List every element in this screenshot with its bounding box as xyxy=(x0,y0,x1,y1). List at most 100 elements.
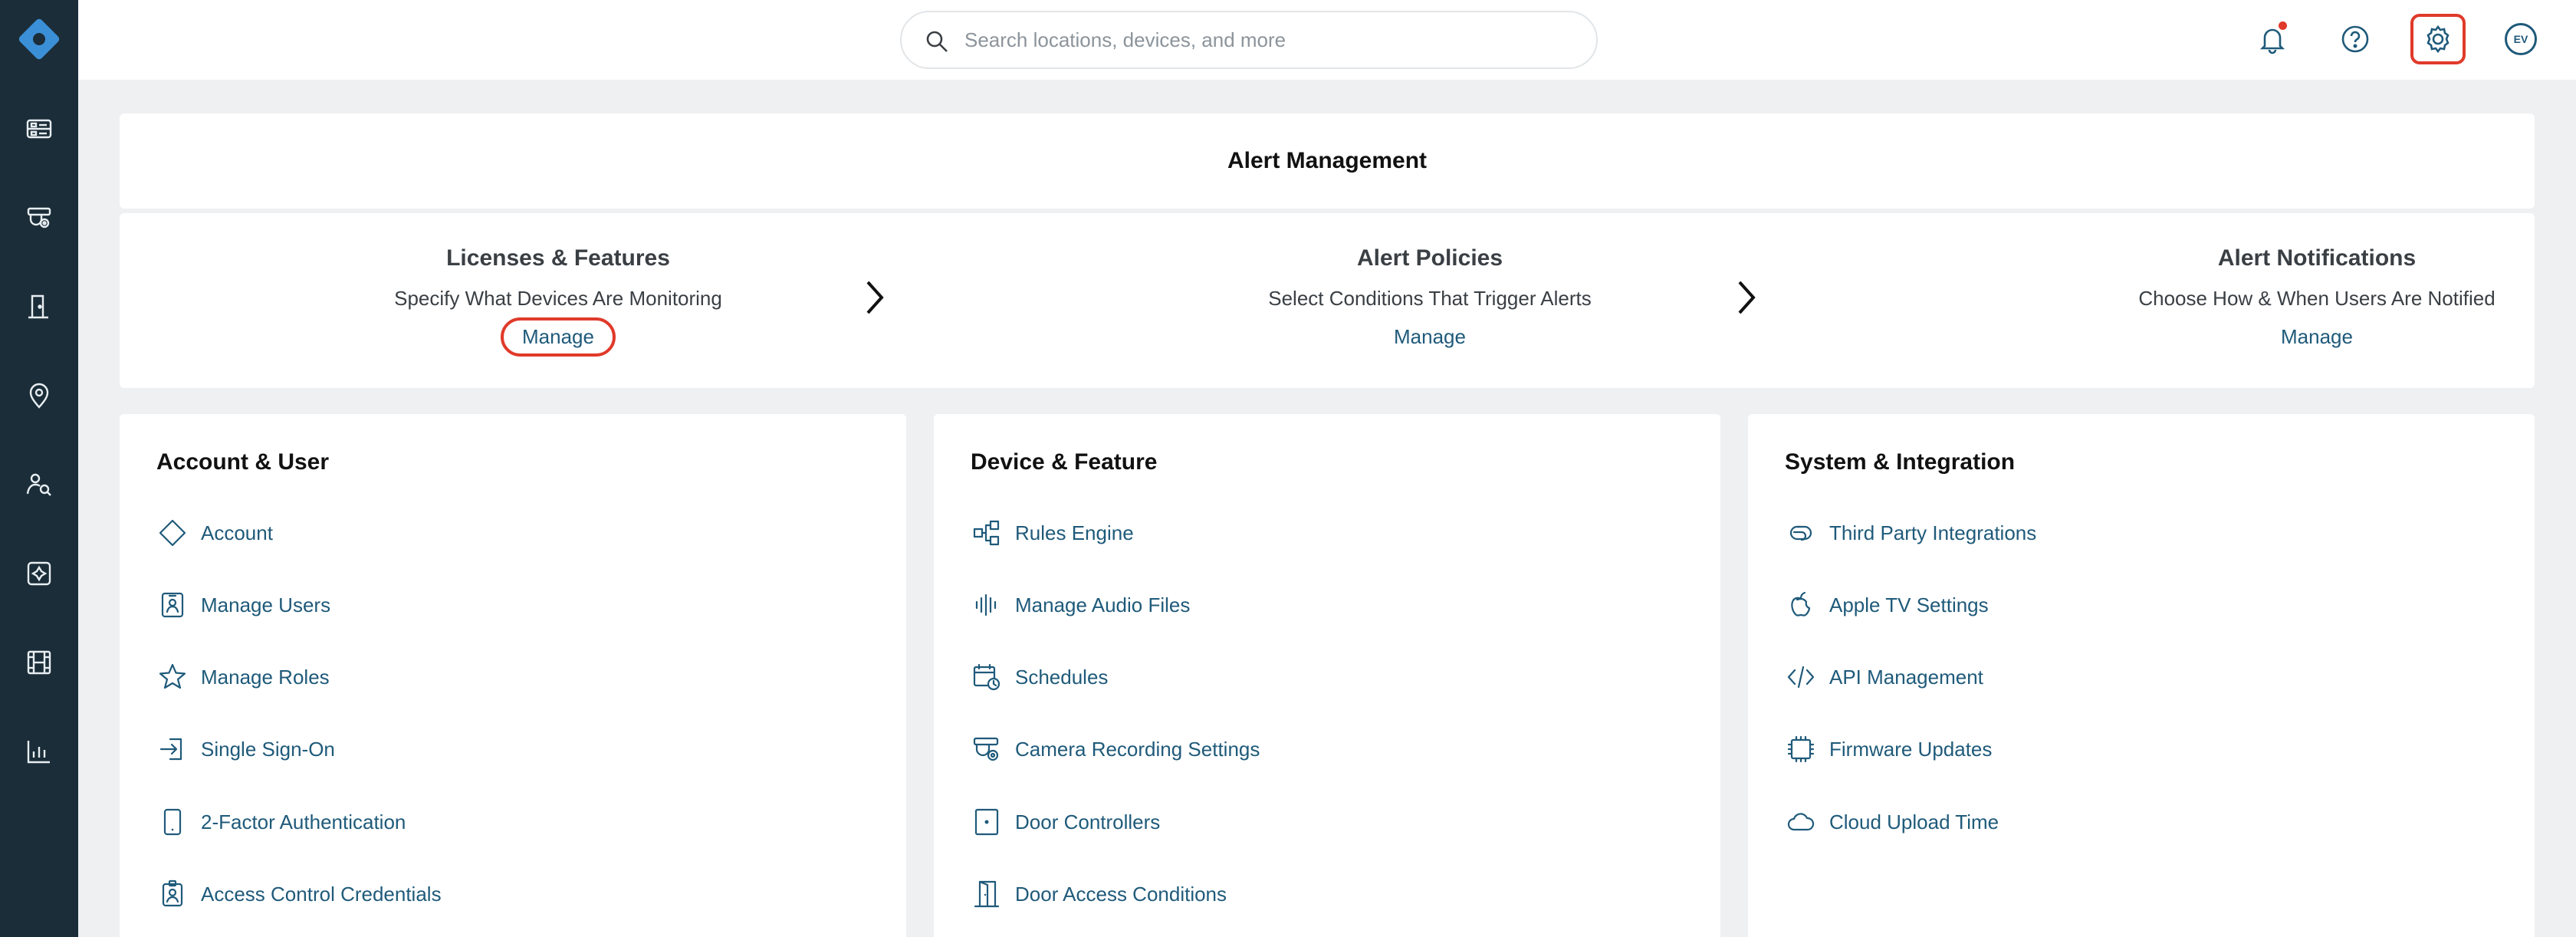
link-label: Firmware Updates xyxy=(1829,737,1993,761)
section-title: System & Integration xyxy=(1785,449,2016,475)
sign-in-icon xyxy=(159,738,182,761)
calendar-clock-icon xyxy=(973,663,1001,691)
nav-people-search[interactable] xyxy=(0,454,78,515)
search-icon xyxy=(926,31,948,52)
alert-steps-card: Licenses & Features Specify What Devices… xyxy=(120,213,2535,388)
nav-dashboard[interactable] xyxy=(0,98,78,159)
link-label: 2-Factor Authentication xyxy=(201,810,406,833)
link-label: Door Controllers xyxy=(1015,810,1161,833)
account-link[interactable]: Account xyxy=(156,510,273,556)
manage-users-link[interactable]: Manage Users xyxy=(156,582,330,628)
camera-settings-icon xyxy=(973,737,999,761)
user-menu-button[interactable]: EV xyxy=(2493,14,2548,64)
search-input[interactable] xyxy=(964,23,1570,57)
link-label: Camera Recording Settings xyxy=(1015,737,1260,761)
rules-engine-link[interactable]: Rules Engine xyxy=(971,510,1134,556)
film-icon xyxy=(27,650,51,675)
person-search-icon xyxy=(26,473,51,496)
link-label: Manage Users xyxy=(201,593,331,616)
section-title: Device & Feature xyxy=(971,449,1158,475)
search-bar[interactable] xyxy=(900,11,1598,69)
door-icon xyxy=(28,294,48,319)
settings-button[interactable] xyxy=(2410,14,2466,64)
link-label: Schedules xyxy=(1015,665,1109,689)
logo-diamond-icon xyxy=(18,18,60,60)
policies-manage-link[interactable]: Manage xyxy=(1375,321,1484,353)
audio-wave-icon xyxy=(975,593,997,616)
nav-video-archive[interactable] xyxy=(0,632,78,693)
manage-roles-link[interactable]: Manage Roles xyxy=(156,654,330,700)
camera-icon xyxy=(27,207,51,228)
notification-dot xyxy=(2279,21,2287,30)
step-description: Select Conditions That Trigger Alerts xyxy=(1268,287,1592,310)
star-icon xyxy=(159,663,186,689)
nav-locations[interactable] xyxy=(0,365,78,426)
link-label: Apple TV Settings xyxy=(1829,593,1989,616)
step-alert-policies: Alert Policies Select Conditions That Tr… xyxy=(1158,213,1702,388)
avatar: EV xyxy=(2505,23,2537,55)
manage-audio-files-link[interactable]: Manage Audio Files xyxy=(971,582,1190,628)
link-label: API Management xyxy=(1829,665,1983,689)
door-access-conditions-link[interactable]: Door Access Conditions xyxy=(971,871,1227,917)
alert-management-card: Alert Management xyxy=(120,113,2535,209)
bar-chart-icon xyxy=(27,741,50,764)
link-label: Access Control Credentials xyxy=(201,882,442,906)
2-factor-authentication-link[interactable]: 2-Factor Authentication xyxy=(156,799,406,845)
cloud-upload-time-link[interactable]: Cloud Upload Time xyxy=(1785,799,1999,845)
alert-management-title: Alert Management xyxy=(1227,148,1428,173)
chip-icon xyxy=(1787,735,1815,763)
door-controllers-link[interactable]: Door Controllers xyxy=(971,799,1160,845)
link-label: Account xyxy=(201,521,273,544)
app-logo[interactable] xyxy=(0,0,78,78)
chevron-right-icon xyxy=(1738,281,1756,314)
apple-tv-settings-link[interactable]: Apple TV Settings xyxy=(1785,582,1989,628)
code-icon xyxy=(1787,666,1815,689)
link-label: Manage Audio Files xyxy=(1015,593,1191,616)
chevron-right-icon xyxy=(866,281,884,314)
gear-icon xyxy=(2426,25,2450,54)
cloud-icon xyxy=(1787,813,1815,831)
api-management-link[interactable]: API Management xyxy=(1785,654,1983,700)
step-description: Choose How & When Users Are Notified xyxy=(2138,287,2496,310)
link-icon xyxy=(1789,525,1812,541)
user-badge-icon xyxy=(161,592,184,618)
nav-access[interactable] xyxy=(0,276,78,337)
location-pin-icon xyxy=(29,383,49,409)
step-title: Alert Policies xyxy=(1356,245,1503,271)
nav-analytics[interactable] xyxy=(0,721,78,782)
licenses-manage-link[interactable]: Manage xyxy=(501,317,616,357)
link-label: Cloud Upload Time xyxy=(1829,810,1999,833)
diamond-icon xyxy=(159,519,186,547)
door-icon xyxy=(974,880,1000,908)
notifications-manage-link[interactable]: Manage xyxy=(2262,321,2371,353)
firmware-updates-link[interactable]: Firmware Updates xyxy=(1785,726,1992,772)
access-control-credentials-link[interactable]: Access Control Credentials xyxy=(156,871,442,917)
dashboard-grid-icon xyxy=(26,119,52,139)
door-controller-icon xyxy=(974,808,999,836)
camera-recording-settings-link[interactable]: Camera Recording Settings xyxy=(971,726,1260,772)
sidebar xyxy=(0,0,78,937)
apple-icon xyxy=(1791,591,1811,616)
step-title: Licenses & Features xyxy=(446,245,670,271)
help-button[interactable] xyxy=(2328,14,2383,64)
sensor-icon xyxy=(27,561,51,586)
id-badge-icon xyxy=(162,879,183,907)
nav-cameras[interactable] xyxy=(0,187,78,248)
help-icon xyxy=(2341,25,2369,53)
link-label: Rules Engine xyxy=(1015,521,1134,544)
third-party-integrations-link[interactable]: Third Party Integrations xyxy=(1785,510,2036,556)
step-alert-notifications: Alert Notifications Choose How & When Us… xyxy=(2045,213,2576,388)
single-sign-on-link[interactable]: Single Sign-On xyxy=(156,726,335,772)
link-label: Third Party Integrations xyxy=(1829,521,2037,544)
tablet-icon xyxy=(163,808,182,836)
link-label: Door Access Conditions xyxy=(1015,882,1227,906)
section-title: Account & User xyxy=(156,449,330,475)
nav-sensors[interactable] xyxy=(0,543,78,604)
notifications-button[interactable] xyxy=(2245,14,2300,64)
step-title: Alert Notifications xyxy=(2217,245,2417,271)
rules-engine-icon xyxy=(973,520,1000,546)
step-description: Specify What Devices Are Monitoring xyxy=(394,287,722,310)
link-label: Single Sign-On xyxy=(201,737,335,761)
schedules-link[interactable]: Schedules xyxy=(971,654,1108,700)
link-label: Manage Roles xyxy=(201,665,330,689)
